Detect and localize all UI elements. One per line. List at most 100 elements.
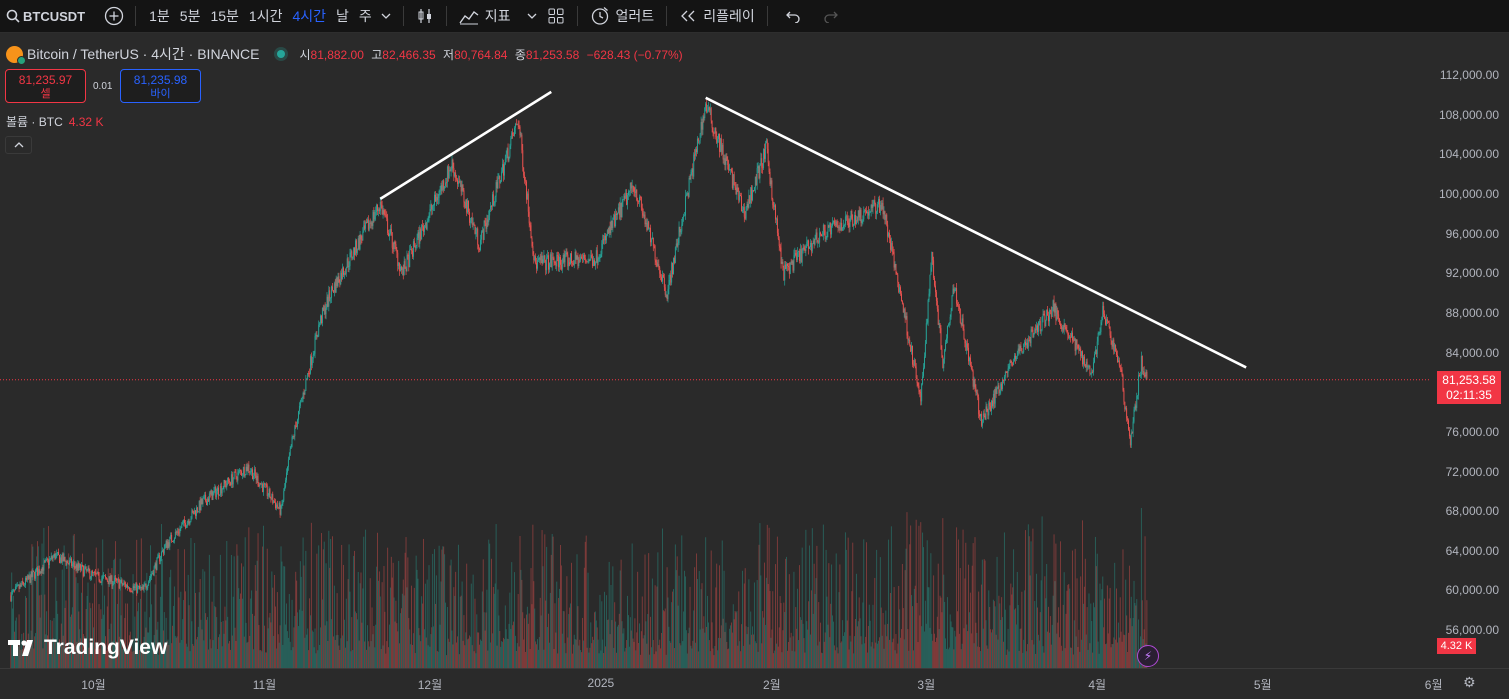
volume-bar (614, 602, 616, 668)
volume-bar (821, 653, 823, 668)
volume-bar (184, 549, 185, 668)
candle-body (103, 575, 105, 577)
alerts-button[interactable]: 얼러트 (586, 0, 659, 33)
volume-bar (1044, 576, 1046, 668)
volume-bar (1005, 654, 1007, 668)
volume-bar (1072, 654, 1074, 668)
candle-body (781, 261, 783, 264)
volume-bar (929, 627, 931, 668)
indicators-dropdown[interactable] (523, 3, 541, 29)
candle-body (672, 262, 674, 275)
timeframe-button[interactable]: 1시간 (244, 6, 288, 26)
candle-body (905, 316, 907, 319)
volume-bar (1061, 650, 1063, 668)
tradingview-logo[interactable]: TradingView (8, 636, 167, 660)
symbol-search[interactable]: BTCUSDT (0, 0, 85, 33)
volume-bar (298, 626, 299, 668)
candle-body (59, 557, 61, 563)
indicators-button[interactable]: 지표 (455, 0, 515, 33)
undo-button[interactable] (780, 3, 806, 29)
candle-body (1086, 361, 1088, 368)
candle-body (440, 185, 442, 191)
volume-bar (909, 544, 911, 668)
volume-bar (563, 611, 565, 668)
volume-bar (966, 624, 968, 668)
volume-bar (511, 562, 513, 668)
volume-bar (734, 610, 736, 668)
candle-body (722, 144, 724, 160)
sell-button[interactable]: 81,235.97 셀 (5, 69, 86, 103)
volume-bar (1126, 615, 1128, 668)
volume-bar (1015, 624, 1017, 668)
volume-bar (504, 605, 506, 668)
redo-button[interactable] (818, 3, 844, 29)
volume-bar (943, 574, 945, 668)
alert-clock-icon (591, 7, 608, 25)
volume-bar (330, 538, 332, 668)
volume-bar (699, 629, 701, 668)
volume-bar (1023, 639, 1025, 668)
volume-bar (365, 529, 367, 668)
candle-body (454, 172, 456, 177)
candle-body (673, 257, 675, 263)
volume-bar (434, 603, 436, 668)
volume-bar (838, 592, 840, 668)
volume-bar (647, 613, 649, 668)
layout-button[interactable] (543, 3, 569, 29)
candle-body (365, 222, 367, 229)
candle-body (913, 360, 915, 365)
volume-bar (944, 601, 946, 668)
timeframe-dropdown[interactable] (377, 3, 395, 29)
volume-bar (388, 647, 390, 668)
candle-body (802, 247, 804, 251)
timeframe-button[interactable]: 5분 (175, 6, 206, 26)
timeframe-button[interactable]: 1분 (144, 6, 175, 26)
add-symbol-button[interactable] (101, 3, 127, 29)
candle-body (627, 195, 629, 205)
candle-body (768, 162, 770, 173)
symbol-title[interactable]: Bitcoin / TetherUS · 4시간 · BINANCE (27, 44, 259, 64)
volume-bar (319, 644, 321, 668)
volume-bar (293, 627, 295, 668)
timeframe-button[interactable]: 4시간 (287, 6, 331, 26)
volume-bar (202, 569, 204, 668)
replay-button[interactable]: 리플레이 (675, 0, 759, 33)
candle-body (495, 182, 497, 197)
candle-body (930, 267, 932, 275)
timeframe-button[interactable]: 15분 (205, 6, 243, 26)
candle-body (811, 243, 813, 252)
candle-body (101, 578, 103, 583)
collapse-legend-button[interactable] (5, 136, 32, 154)
chart-area[interactable] (0, 34, 1430, 668)
timeframe-button[interactable]: 날 (331, 6, 354, 26)
volume-legend[interactable]: 볼륨 · BTC 4.32 K (6, 113, 103, 130)
lightning-icon[interactable]: ⚡ (1137, 645, 1159, 667)
falling-trendline[interactable] (705, 96, 1247, 369)
volume-bar (378, 580, 379, 668)
gear-icon[interactable]: ⚙ (1463, 674, 1481, 692)
volume-bar (616, 626, 618, 668)
timeframe-button[interactable]: 주 (354, 6, 377, 26)
candle-body (708, 107, 710, 111)
volume-bar (264, 652, 266, 668)
candle-body (185, 526, 187, 528)
candle-body (373, 212, 375, 220)
volume-bar (921, 626, 923, 668)
candle-body (342, 267, 344, 279)
volume-bar (353, 555, 355, 668)
candle-body (347, 258, 349, 267)
candle-body (761, 158, 763, 168)
time-scale[interactable]: 10월 11월 12월 2025 2월 3월 4월 5월 6월 (0, 668, 1509, 699)
candle-body (27, 575, 29, 579)
volume-bar (1000, 619, 1002, 668)
candle-type-button[interactable] (412, 3, 438, 29)
price-scale[interactable]: 112,000.00 108,000.00 104,000.00 100,000.00… (1430, 34, 1509, 668)
candle-body (973, 379, 975, 387)
volume-bar (1043, 652, 1045, 668)
volume-bar (349, 591, 351, 668)
candle-body (329, 290, 331, 299)
candle-body (1048, 310, 1050, 322)
volume-bar (205, 613, 207, 668)
candle-body (964, 338, 966, 344)
buy-button[interactable]: 81,235.98 바이 (120, 69, 201, 103)
